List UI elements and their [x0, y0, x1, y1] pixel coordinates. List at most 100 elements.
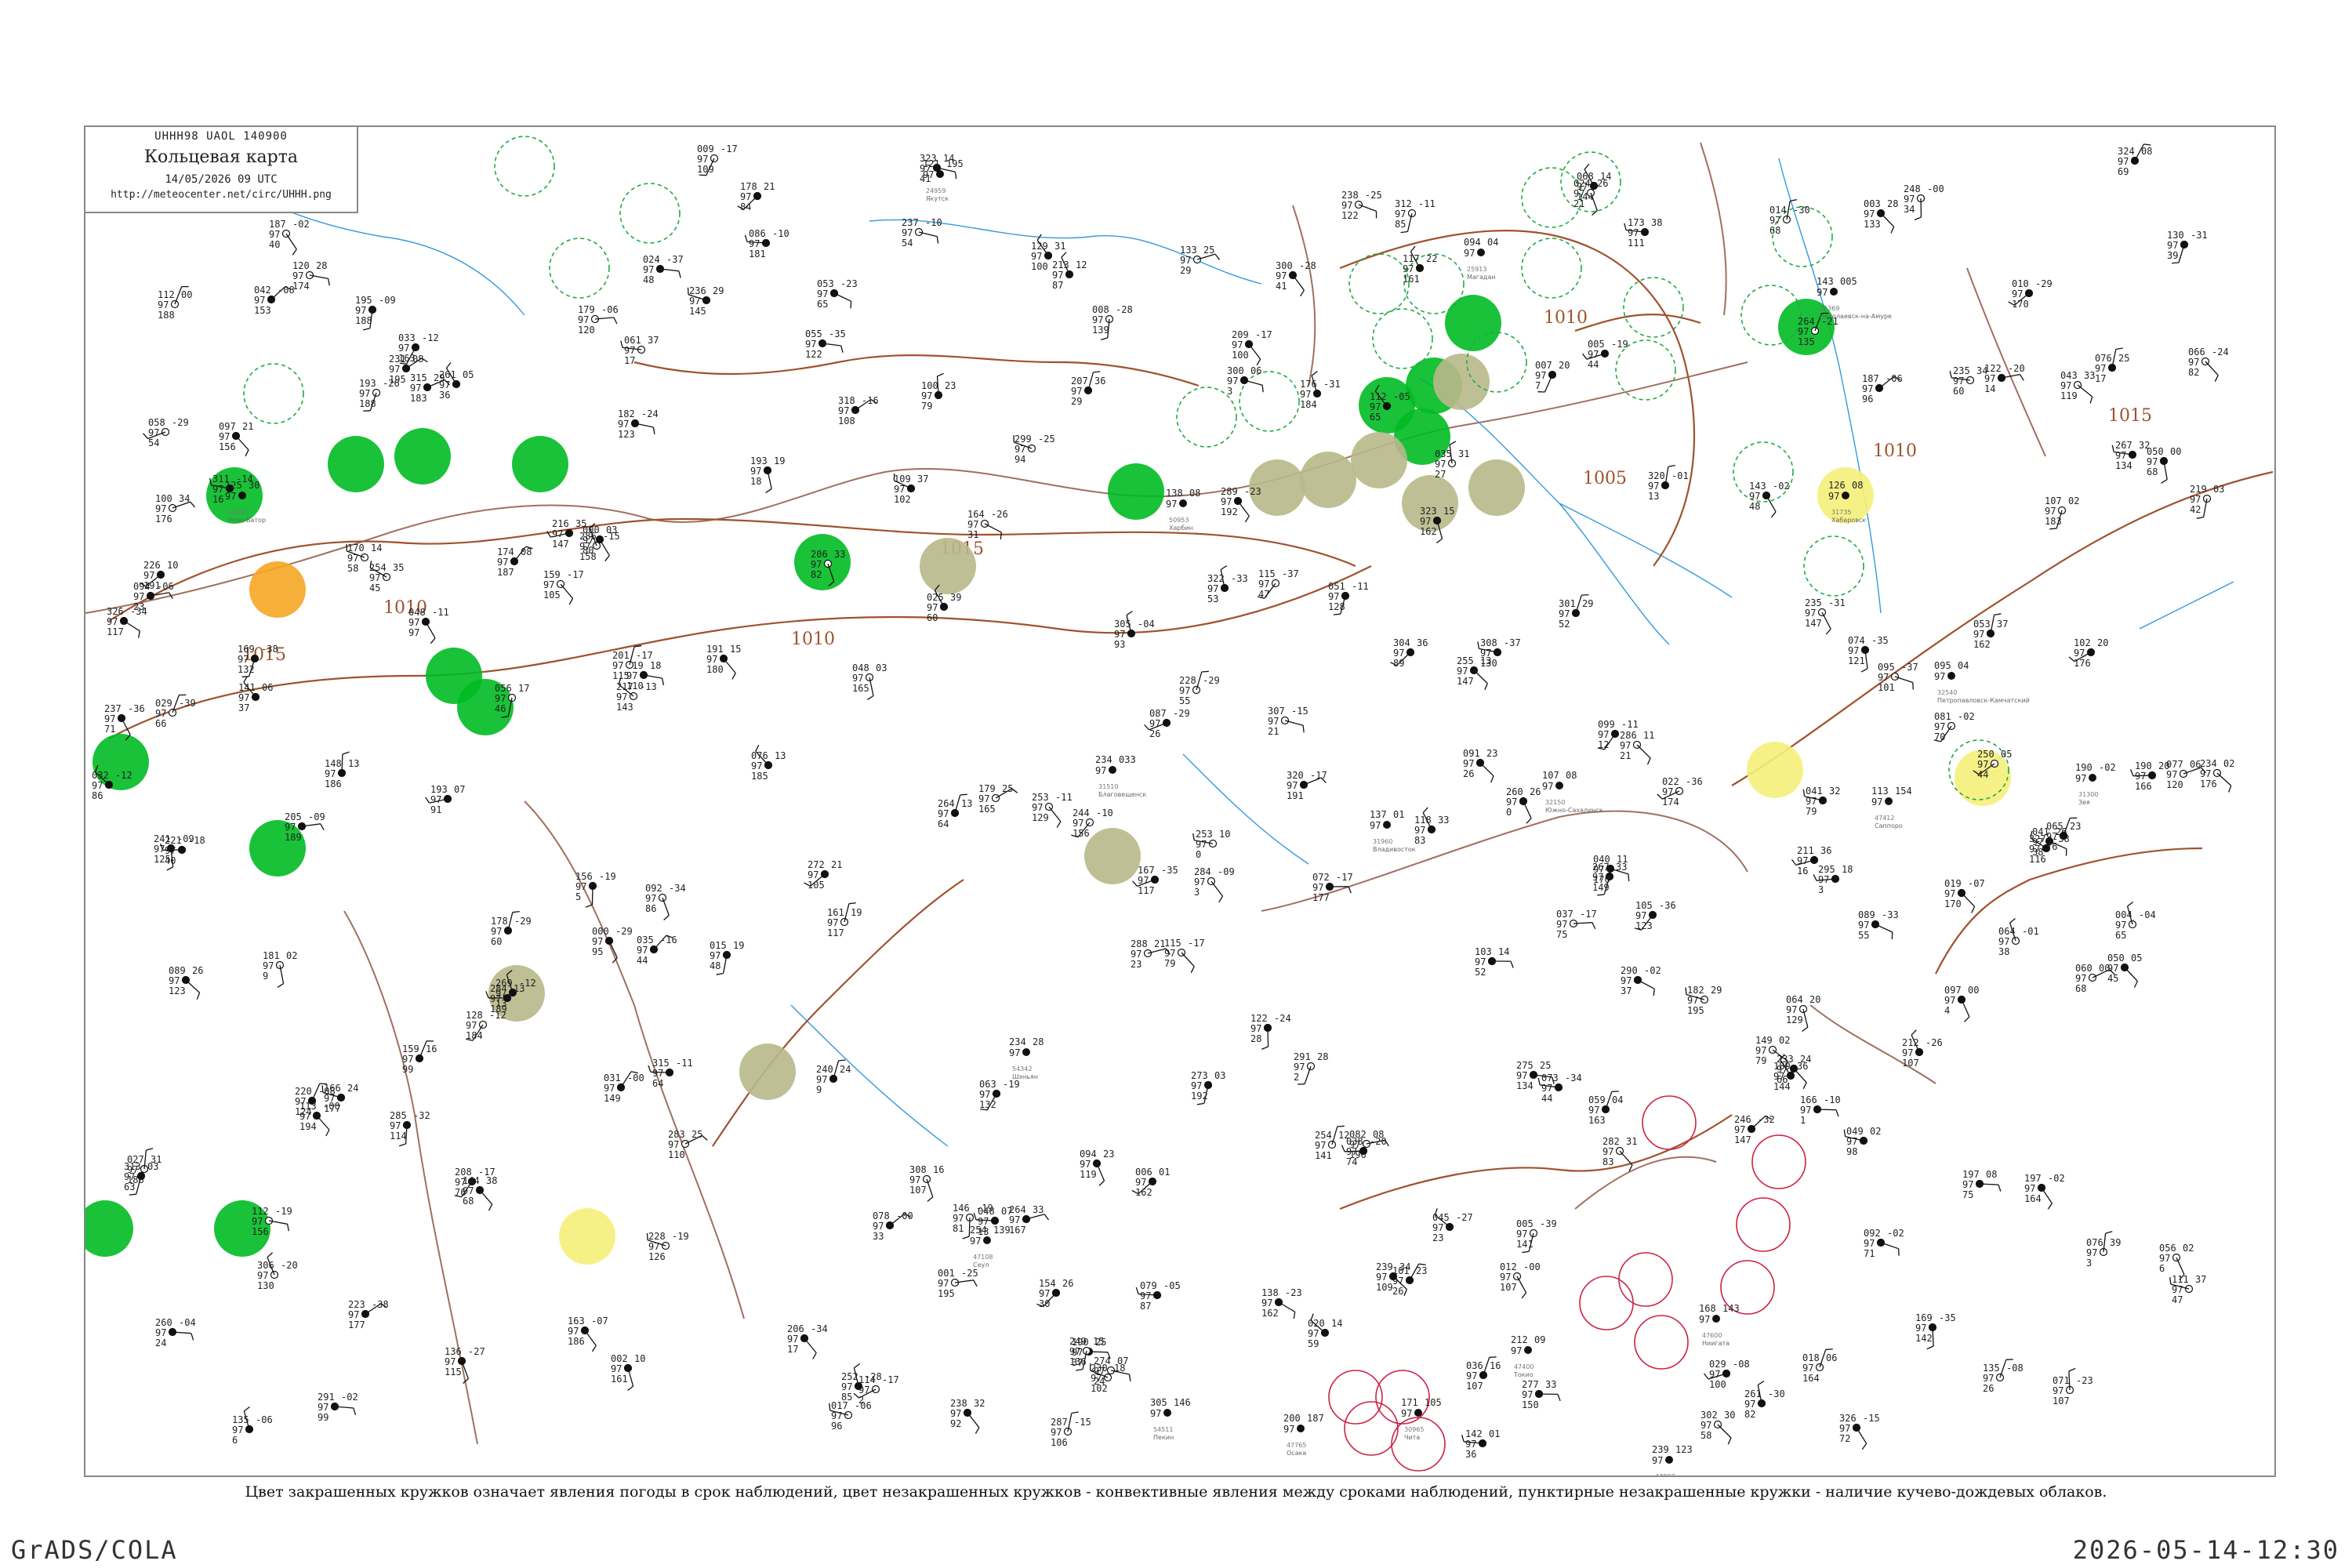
svg-text:97: 97: [1797, 855, 1808, 866]
svg-text:08: 08: [1189, 488, 1200, 499]
legend-caption: Цвет закрашенных кружков означает явлени…: [245, 1483, 2107, 1501]
svg-text:182: 182: [1687, 985, 1704, 996]
svg-text:Хабаровск: Хабаровск: [1831, 517, 1866, 524]
station-plot: 18297195 29: [1685, 985, 1722, 1016]
svg-text:290: 290: [1621, 965, 1638, 976]
svg-text:253: 253: [1196, 829, 1213, 840]
station-32540: 09597 04 32540Петропавловск-Камчатский: [1934, 660, 2030, 704]
svg-text:077: 077: [2166, 759, 2183, 770]
svg-text:08: 08: [521, 546, 532, 557]
svg-text:32: 32: [1829, 786, 1840, 797]
svg-text:92: 92: [950, 1418, 961, 1429]
svg-text:52: 52: [1559, 619, 1570, 630]
svg-text:-11: -11: [1352, 581, 1369, 592]
svg-text:064: 064: [1786, 994, 1803, 1005]
station-plot: 0249748 -37: [643, 254, 684, 285]
station-plot: 11297156 -19: [252, 1206, 292, 1237]
svg-text:97: 97: [254, 295, 265, 306]
svg-text:-02: -02: [292, 219, 310, 230]
svg-text:82: 82: [2188, 367, 2199, 378]
svg-text:23: 23: [1416, 1265, 1427, 1276]
svg-text:97: 97: [1511, 1345, 1522, 1356]
station-plot: 17697184 -31: [1300, 370, 1341, 410]
svg-text:195: 195: [1687, 1005, 1704, 1016]
svg-text:1: 1: [1800, 1115, 1806, 1126]
svg-text:-04: -04: [2139, 909, 2156, 920]
svg-text:122: 122: [805, 349, 822, 360]
svg-text:326: 326: [107, 606, 124, 617]
svg-text:277: 277: [1522, 1379, 1539, 1390]
svg-text:38: 38: [1651, 217, 1662, 228]
svg-text:-25: -25: [1038, 434, 1055, 445]
station-plot: 0419779 32: [1802, 786, 1840, 817]
svg-text:005: 005: [1516, 1218, 1534, 1229]
station-plot: 26797134 32: [2111, 440, 2150, 471]
station-plot: 2619782 -30: [1744, 1381, 1785, 1420]
svg-text:136: 136: [1069, 1356, 1087, 1367]
svg-text:-17: -17: [567, 569, 584, 580]
svg-text:41: 41: [1276, 281, 1287, 292]
svg-text:113: 113: [299, 1101, 317, 1112]
svg-text:23: 23: [1486, 748, 1497, 759]
station-plot: 2379754 -10: [902, 217, 942, 249]
svg-text:97: 97: [1602, 1146, 1613, 1157]
svg-text:13: 13: [775, 750, 786, 761]
svg-text:35: 35: [393, 562, 404, 573]
svg-text:79: 79: [1806, 806, 1817, 817]
svg-text:200: 200: [1283, 1413, 1301, 1424]
svg-text:236: 236: [689, 285, 706, 296]
map-url[interactable]: http://meteocenter.net/circ/UHHH.png: [85, 189, 357, 201]
station-47600: 16897 143 47600Ниигата: [1699, 1303, 1740, 1347]
cb-ring: [1521, 238, 1582, 299]
svg-text:100: 100: [921, 380, 938, 391]
title-box: UHHH98 UAOL 140900 Кольцевая карта 14/05…: [85, 127, 358, 213]
station-plot: 2389792 32: [950, 1398, 985, 1434]
weather-circle: [328, 436, 384, 492]
svg-text:-05: -05: [1163, 1280, 1181, 1291]
svg-text:118: 118: [1414, 815, 1432, 826]
svg-text:261: 261: [439, 369, 456, 380]
weather-map[interactable]: 10151015101010101010100510151010 1679711…: [85, 127, 2274, 1475]
svg-text:001: 001: [938, 1268, 955, 1279]
svg-text:97: 97: [2046, 831, 2057, 842]
svg-text:141: 141: [1315, 1150, 1332, 1161]
svg-text:239: 239: [1376, 1261, 1393, 1272]
svg-text:115: 115: [445, 1367, 462, 1377]
svg-text:-17: -17: [1336, 872, 1353, 883]
svg-text:-10: -10: [1096, 808, 1113, 818]
svg-text:29: 29: [1071, 396, 1082, 407]
svg-text:45: 45: [369, 583, 380, 593]
svg-text:-20: -20: [2008, 363, 2025, 374]
svg-text:97: 97: [143, 570, 154, 581]
svg-text:170: 170: [2012, 299, 2029, 310]
isobar-label-5: 1005: [1583, 469, 1627, 488]
cb-ring: [1560, 151, 1621, 212]
svg-text:97: 97: [1071, 386, 1082, 397]
svg-text:004: 004: [2115, 909, 2132, 920]
svg-text:24: 24: [840, 1064, 851, 1075]
svg-text:Саппоро: Саппоро: [1875, 822, 1903, 829]
svg-text:21: 21: [831, 859, 842, 870]
station-plot: 20597189 -09: [285, 811, 325, 843]
map-frame[interactable]: 10151015101010101010100510151010 1679711…: [84, 125, 2276, 1477]
svg-text:240: 240: [816, 1064, 833, 1075]
svg-text:178: 178: [740, 181, 757, 192]
station-plot: 0489797-11: [408, 607, 449, 644]
svg-text:97: 97: [1709, 1369, 1720, 1380]
station-plot: 2289755 -29: [1179, 670, 1220, 706]
svg-text:97: 97: [787, 1334, 798, 1345]
svg-text:145: 145: [689, 306, 706, 317]
svg-text:170: 170: [347, 543, 365, 554]
svg-text:23: 23: [945, 380, 956, 391]
svg-text:94: 94: [1014, 454, 1025, 465]
svg-text:Южно-Сахалинск: Южно-Сахалинск: [1545, 807, 1603, 814]
svg-text:220: 220: [295, 1086, 312, 1097]
station-plot: 28597114 -32: [390, 1110, 430, 1147]
svg-text:54511: 54511: [1153, 1426, 1173, 1433]
svg-text:32540: 32540: [1937, 689, 1957, 696]
svg-text:071: 071: [2053, 1375, 2070, 1386]
weather-circle: [1108, 463, 1164, 520]
cb-ring: [243, 363, 304, 424]
svg-text:-25: -25: [1365, 190, 1382, 201]
station-plot: 10597123 -36: [1634, 900, 1676, 931]
